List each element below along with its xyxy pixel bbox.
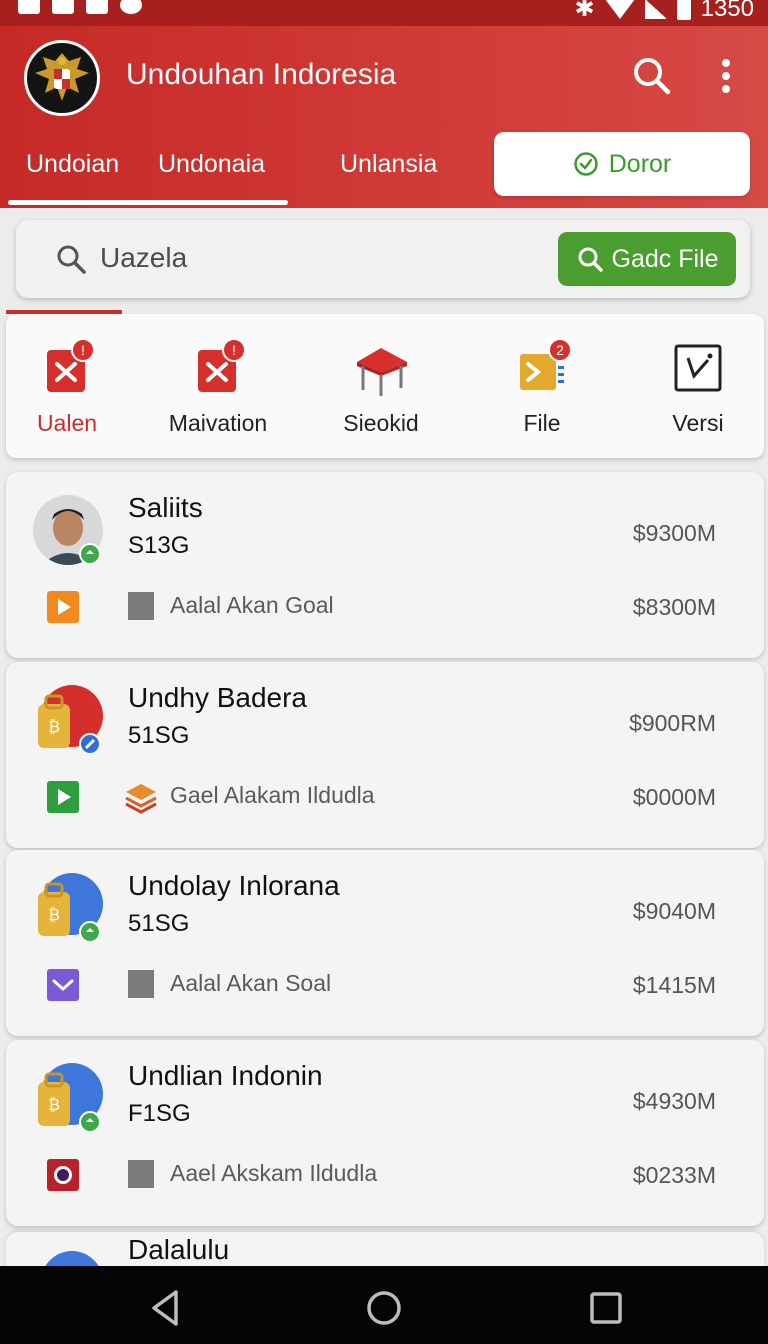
result-description: Gael Alakam Ildudla xyxy=(170,782,375,808)
result-card[interactable]: Saliits S13G $9300M Aalal Akan Goal $830… xyxy=(6,472,764,658)
wifi-icon xyxy=(604,0,635,19)
result-amount-top: $900RM xyxy=(629,710,716,736)
delete-file-icon: ! xyxy=(47,338,95,392)
garuda-logo xyxy=(24,40,100,116)
home-icon[interactable] xyxy=(364,1288,404,1328)
camera-icon xyxy=(86,0,108,14)
tab-undonaia[interactable]: Undonaia xyxy=(158,150,265,179)
avatar: ₿ xyxy=(38,873,103,943)
result-name: Undlian Indonin xyxy=(128,1060,323,1091)
svg-text:2: 2 xyxy=(556,342,564,358)
notification-icon xyxy=(18,0,40,14)
file-icon: 2 xyxy=(520,338,572,390)
tab-doror-label: Doror xyxy=(608,149,672,178)
play-icon xyxy=(47,781,79,813)
category-sieokid[interactable]: Sieokid xyxy=(306,314,456,458)
message-icon xyxy=(52,0,74,14)
result-amount-bottom: $1415M xyxy=(632,972,716,998)
svg-text:!: ! xyxy=(81,342,85,358)
result-description: Aael Akskam Ildudla xyxy=(170,1160,378,1186)
result-card[interactable]: ₿ Undlian Indonin F1SG $4930M Aael Akska… xyxy=(6,1040,764,1226)
result-amount-top: $9040M xyxy=(632,898,716,924)
version-icon xyxy=(674,344,722,392)
category-maivation[interactable]: ! Maivation xyxy=(143,314,293,458)
avatar xyxy=(33,495,103,565)
delete-file-icon: ! xyxy=(198,338,246,392)
status-time: 1350 xyxy=(700,0,754,22)
category-label: Sieokid xyxy=(343,410,419,436)
result-code: S13G xyxy=(128,532,190,559)
category-bar: ! Ualen ! Maivation Sieokid 2 File Versi xyxy=(6,314,764,458)
category-file[interactable]: 2 File xyxy=(467,314,617,458)
result-card[interactable]: ₿ Undhy Badera 51SG $900RM Gael Alakam I… xyxy=(6,662,764,848)
document-icon xyxy=(128,970,154,998)
result-description: Aalal Akan Goal xyxy=(170,592,334,618)
battery-icon xyxy=(676,0,691,20)
tab-undoian[interactable]: Undoian xyxy=(26,150,119,179)
search-button[interactable] xyxy=(630,54,674,98)
category-label: Versi xyxy=(672,410,724,436)
document-icon xyxy=(128,1160,154,1188)
search-icon xyxy=(57,245,86,274)
search-input[interactable]: Uazela xyxy=(100,242,187,274)
category-label: Maivation xyxy=(168,410,268,436)
result-code: 51SG xyxy=(128,722,190,749)
category-label: Ualen xyxy=(36,410,98,436)
search-icon xyxy=(634,58,671,95)
result-card[interactable]: ₿ Undolay Inlorana 51SG $9040M Aalal Aka… xyxy=(6,850,764,1036)
result-amount-bottom: $0000M xyxy=(632,784,716,810)
svg-text:₿: ₿ xyxy=(48,1096,60,1114)
result-amount-top: $4930M xyxy=(632,1088,716,1114)
svg-text:₿: ₿ xyxy=(48,718,60,736)
result-name: Undolay Inlorana xyxy=(128,870,340,901)
result-description: Aalal Akan Soal xyxy=(170,970,332,996)
tab-doror[interactable]: Doror xyxy=(494,132,750,196)
document-icon xyxy=(128,592,154,620)
stack-icon xyxy=(125,784,157,814)
category-ualen[interactable]: ! Ualen xyxy=(0,314,142,458)
play-icon xyxy=(47,591,79,623)
more-vert-icon xyxy=(722,59,730,93)
mail-icon xyxy=(47,969,79,1001)
bluetooth-icon: ✱ xyxy=(574,0,595,22)
app-bar: Undouhan Indoresia Undoian Undonaia Unla… xyxy=(0,26,768,208)
search-bar: Uazela Gadc File xyxy=(16,220,750,298)
result-name: Dalalulu xyxy=(128,1234,230,1265)
tab-unlansia[interactable]: Unlansia xyxy=(340,150,437,179)
result-amount-bottom: $0233M xyxy=(632,1162,716,1188)
result-name: Saliits xyxy=(128,492,203,523)
search-file-label: Gadc File xyxy=(611,244,719,273)
result-amount-top: $9300M xyxy=(632,520,716,546)
app-title: Undouhan Indoresia xyxy=(126,58,397,91)
search-file-button[interactable]: Gadc File xyxy=(558,232,736,286)
recents-icon[interactable] xyxy=(586,1288,626,1328)
back-icon[interactable] xyxy=(146,1286,186,1330)
system-nav-bar xyxy=(0,1266,768,1344)
avatar: ₿ xyxy=(38,685,103,755)
result-code: 51SG xyxy=(128,910,190,937)
result-name: Undhy Badera xyxy=(128,682,308,713)
category-versi[interactable]: Versi xyxy=(623,314,768,458)
app-notification-icon xyxy=(120,0,142,14)
camera-record-icon xyxy=(47,1159,79,1191)
avatar: ₿ xyxy=(38,1063,103,1133)
svg-text:₿: ₿ xyxy=(48,906,60,924)
result-amount-bottom: $8300M xyxy=(632,594,716,620)
result-code: F1SG xyxy=(128,1100,191,1127)
check-circle-icon xyxy=(573,152,598,176)
more-options-button[interactable] xyxy=(704,54,748,98)
category-label: File xyxy=(523,410,561,436)
svg-text:!: ! xyxy=(232,342,236,358)
tab-indicator xyxy=(8,200,288,205)
search-icon xyxy=(578,247,603,272)
status-bar: ✱ 1350 xyxy=(0,0,768,26)
table-icon xyxy=(357,348,407,396)
signal-icon xyxy=(644,0,667,19)
